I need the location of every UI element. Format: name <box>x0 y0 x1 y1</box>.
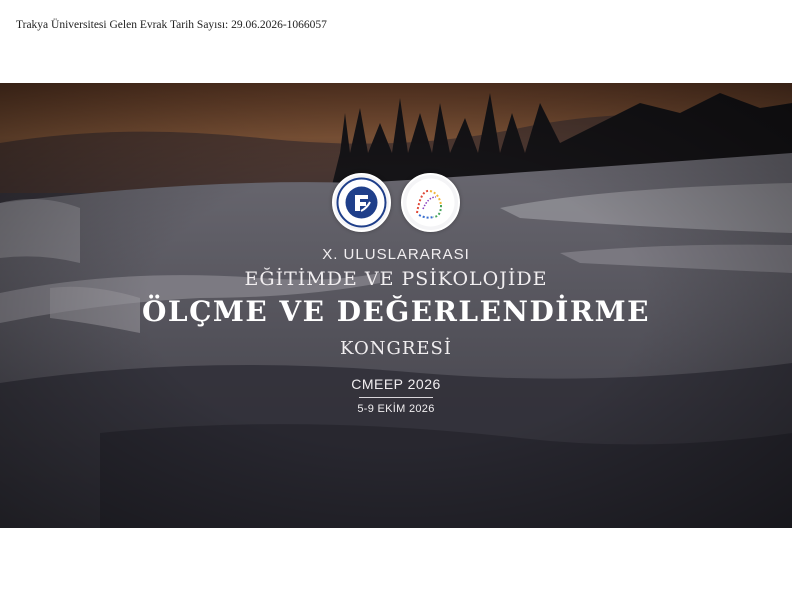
congress-edition: X. ULUSLARARASI <box>322 246 470 263</box>
epodder-logo-icon <box>401 173 460 232</box>
congress-dates: 5-9 EKİM 2026 <box>357 403 435 415</box>
congress-code: CMEEP 2026 <box>351 376 441 392</box>
divider <box>359 397 433 398</box>
congress-title: ÖLÇME VE DEĞERLENDİRME <box>141 295 650 328</box>
congress-banner: X. ULUSLARARASI EĞİTİMDE VE PSİKOLOJİDE … <box>0 83 792 528</box>
congress-subtitle: EĞİTİMDE VE PSİKOLOJİDE <box>244 268 548 290</box>
document-header-stamp: Trakya Üniversitesi Gelen Evrak Tarih Sa… <box>16 19 327 31</box>
congress-label: KONGRESİ <box>340 338 452 359</box>
pamukkale-university-logo-icon <box>332 173 391 232</box>
